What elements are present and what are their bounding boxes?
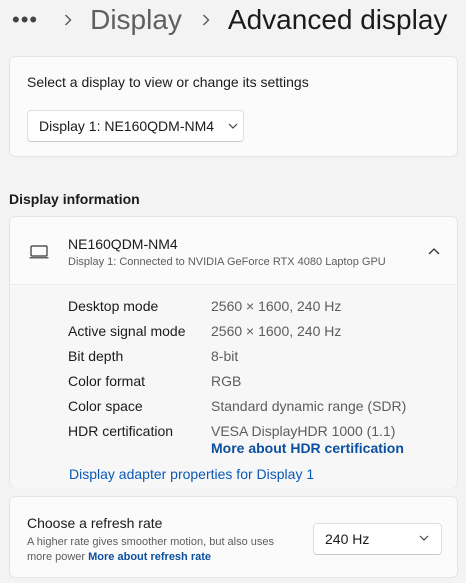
collapse-button[interactable] — [422, 239, 446, 263]
monitor-icon — [29, 245, 49, 264]
refresh-rate-description: A higher rate gives smoother motion, but… — [27, 535, 297, 565]
info-label: Color format — [68, 373, 146, 389]
refresh-rate-link[interactable]: More about refresh rate — [88, 551, 211, 563]
info-value: 8-bit — [211, 348, 239, 364]
info-label: Desktop mode — [68, 298, 159, 314]
info-label: Active signal mode — [68, 323, 186, 339]
refresh-rate-card: Choose a refresh rate A higher rate give… — [9, 496, 458, 578]
info-label: Bit depth — [68, 348, 124, 364]
chevron-right-icon — [58, 14, 78, 26]
info-label: HDR certification — [68, 423, 174, 439]
breadcrumb-display-link[interactable]: Display — [90, 4, 182, 36]
info-value: VESA DisplayHDR 1000 (1.1) — [211, 423, 396, 439]
info-value: 2560 × 1600, 240 Hz — [211, 323, 342, 339]
display-information-header[interactable]: NE160QDM-NM4 Display 1: Connected to NVI… — [10, 217, 457, 285]
display-adapter-properties-link[interactable]: Display adapter properties for Display 1 — [69, 466, 314, 482]
display-select-prompt: Select a display to view or change its s… — [27, 74, 309, 90]
breadcrumb: ••• Display Advanced display — [12, 0, 447, 40]
info-value: Standard dynamic range (SDR) — [211, 398, 407, 414]
info-value: 2560 × 1600, 240 Hz — [211, 298, 342, 314]
refresh-rate-value: 240 Hz — [325, 531, 370, 547]
refresh-rate-title: Choose a refresh rate — [27, 515, 163, 531]
chevron-down-icon — [228, 123, 238, 129]
display-dropdown-value: Display 1: NE160QDM-NM4 — [39, 118, 215, 134]
page-title: Advanced display — [227, 4, 448, 35]
more-button[interactable]: ••• — [12, 9, 38, 31]
display-select-card: Select a display to view or change its s… — [9, 56, 458, 157]
display-dropdown[interactable]: Display 1: NE160QDM-NM4 — [27, 110, 244, 142]
display-information-card: NE160QDM-NM4 Display 1: Connected to NVI… — [9, 216, 458, 488]
hdr-certification-link[interactable]: More about HDR certification — [211, 440, 404, 456]
section-title-display-information: Display information — [9, 191, 140, 207]
info-label: Color space — [68, 398, 143, 414]
monitor-connection: Display 1: Connected to NVIDIA GeForce R… — [68, 256, 386, 268]
chevron-up-icon — [428, 247, 440, 255]
display-information-details: Desktop mode 2560 × 1600, 240 Hz Active … — [10, 285, 457, 488]
chevron-right-icon — [196, 14, 216, 26]
chevron-down-icon — [419, 535, 429, 541]
info-value: RGB — [211, 373, 242, 389]
monitor-name: NE160QDM-NM4 — [68, 236, 178, 252]
refresh-rate-dropdown[interactable]: 240 Hz — [313, 523, 442, 555]
